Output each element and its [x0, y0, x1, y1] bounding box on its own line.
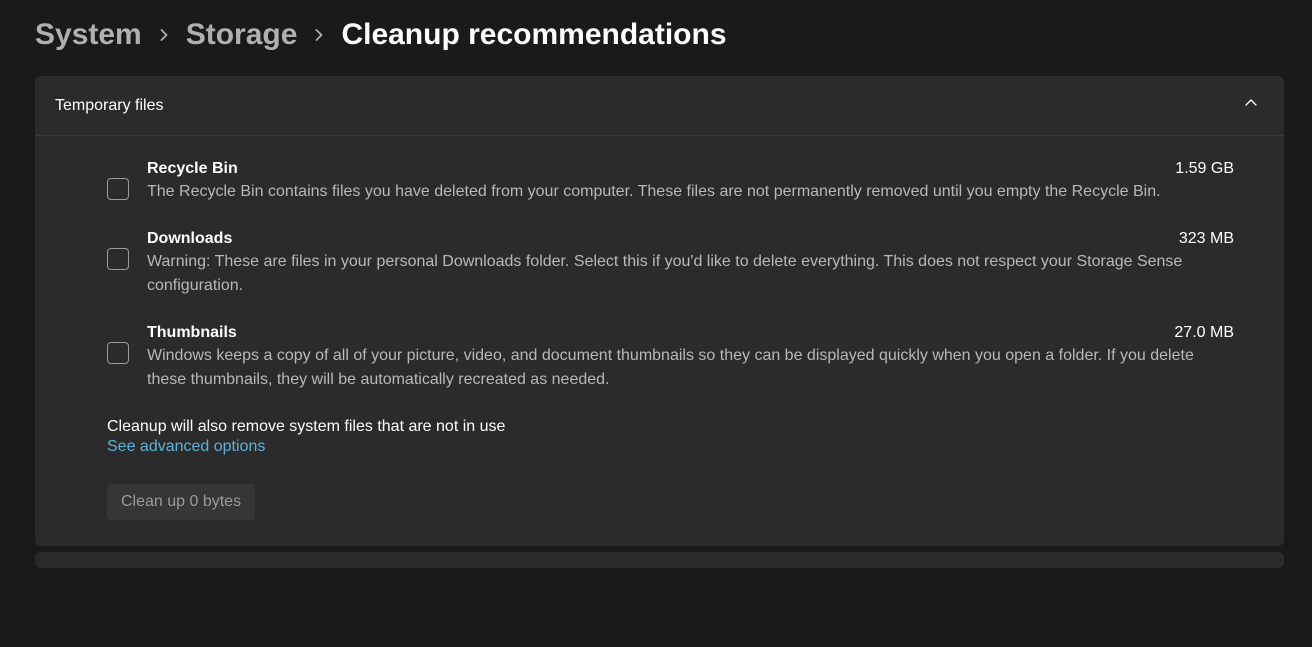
- cleanup-item-downloads: Downloads 323 MB Warning: These are file…: [107, 230, 1234, 298]
- item-content: Recycle Bin 1.59 GB The Recycle Bin cont…: [147, 160, 1234, 204]
- section-title: Temporary files: [55, 97, 163, 115]
- item-header: Recycle Bin 1.59 GB: [147, 160, 1234, 178]
- checkbox-recycle-bin[interactable]: [107, 178, 129, 200]
- checkbox-downloads[interactable]: [107, 248, 129, 270]
- next-section-card[interactable]: [35, 552, 1284, 568]
- section-body: Recycle Bin 1.59 GB The Recycle Bin cont…: [35, 136, 1284, 546]
- item-content: Thumbnails 27.0 MB Windows keeps a copy …: [147, 324, 1234, 392]
- section-header-temporary-files[interactable]: Temporary files: [35, 76, 1284, 136]
- item-title: Thumbnails: [147, 324, 237, 342]
- item-size: 27.0 MB: [1174, 324, 1234, 342]
- checkbox-thumbnails[interactable]: [107, 342, 129, 364]
- item-size: 1.59 GB: [1175, 160, 1234, 178]
- item-header: Downloads 323 MB: [147, 230, 1234, 248]
- cleanup-item-recycle-bin: Recycle Bin 1.59 GB The Recycle Bin cont…: [107, 160, 1234, 204]
- item-title: Downloads: [147, 230, 232, 248]
- item-title: Recycle Bin: [147, 160, 238, 178]
- item-description: Warning: These are files in your persona…: [147, 250, 1234, 298]
- advanced-options-link[interactable]: See advanced options: [107, 438, 265, 456]
- breadcrumb: System Storage Cleanup recommendations: [0, 0, 1312, 76]
- cleanup-button[interactable]: Clean up 0 bytes: [107, 484, 255, 520]
- cleanup-item-thumbnails: Thumbnails 27.0 MB Windows keeps a copy …: [107, 324, 1234, 392]
- breadcrumb-system[interactable]: System: [35, 18, 142, 52]
- item-content: Downloads 323 MB Warning: These are file…: [147, 230, 1234, 298]
- item-size: 323 MB: [1179, 230, 1234, 248]
- temporary-files-card: Temporary files Recycle Bin 1.59 GB The …: [35, 76, 1284, 546]
- chevron-right-icon: [313, 29, 325, 41]
- breadcrumb-storage[interactable]: Storage: [186, 18, 298, 52]
- page-title: Cleanup recommendations: [341, 18, 726, 52]
- item-header: Thumbnails 27.0 MB: [147, 324, 1234, 342]
- chevron-up-icon: [1244, 96, 1258, 115]
- chevron-right-icon: [158, 29, 170, 41]
- item-description: The Recycle Bin contains files you have …: [147, 180, 1234, 204]
- item-description: Windows keeps a copy of all of your pict…: [147, 344, 1234, 392]
- footer-note: Cleanup will also remove system files th…: [107, 418, 1234, 436]
